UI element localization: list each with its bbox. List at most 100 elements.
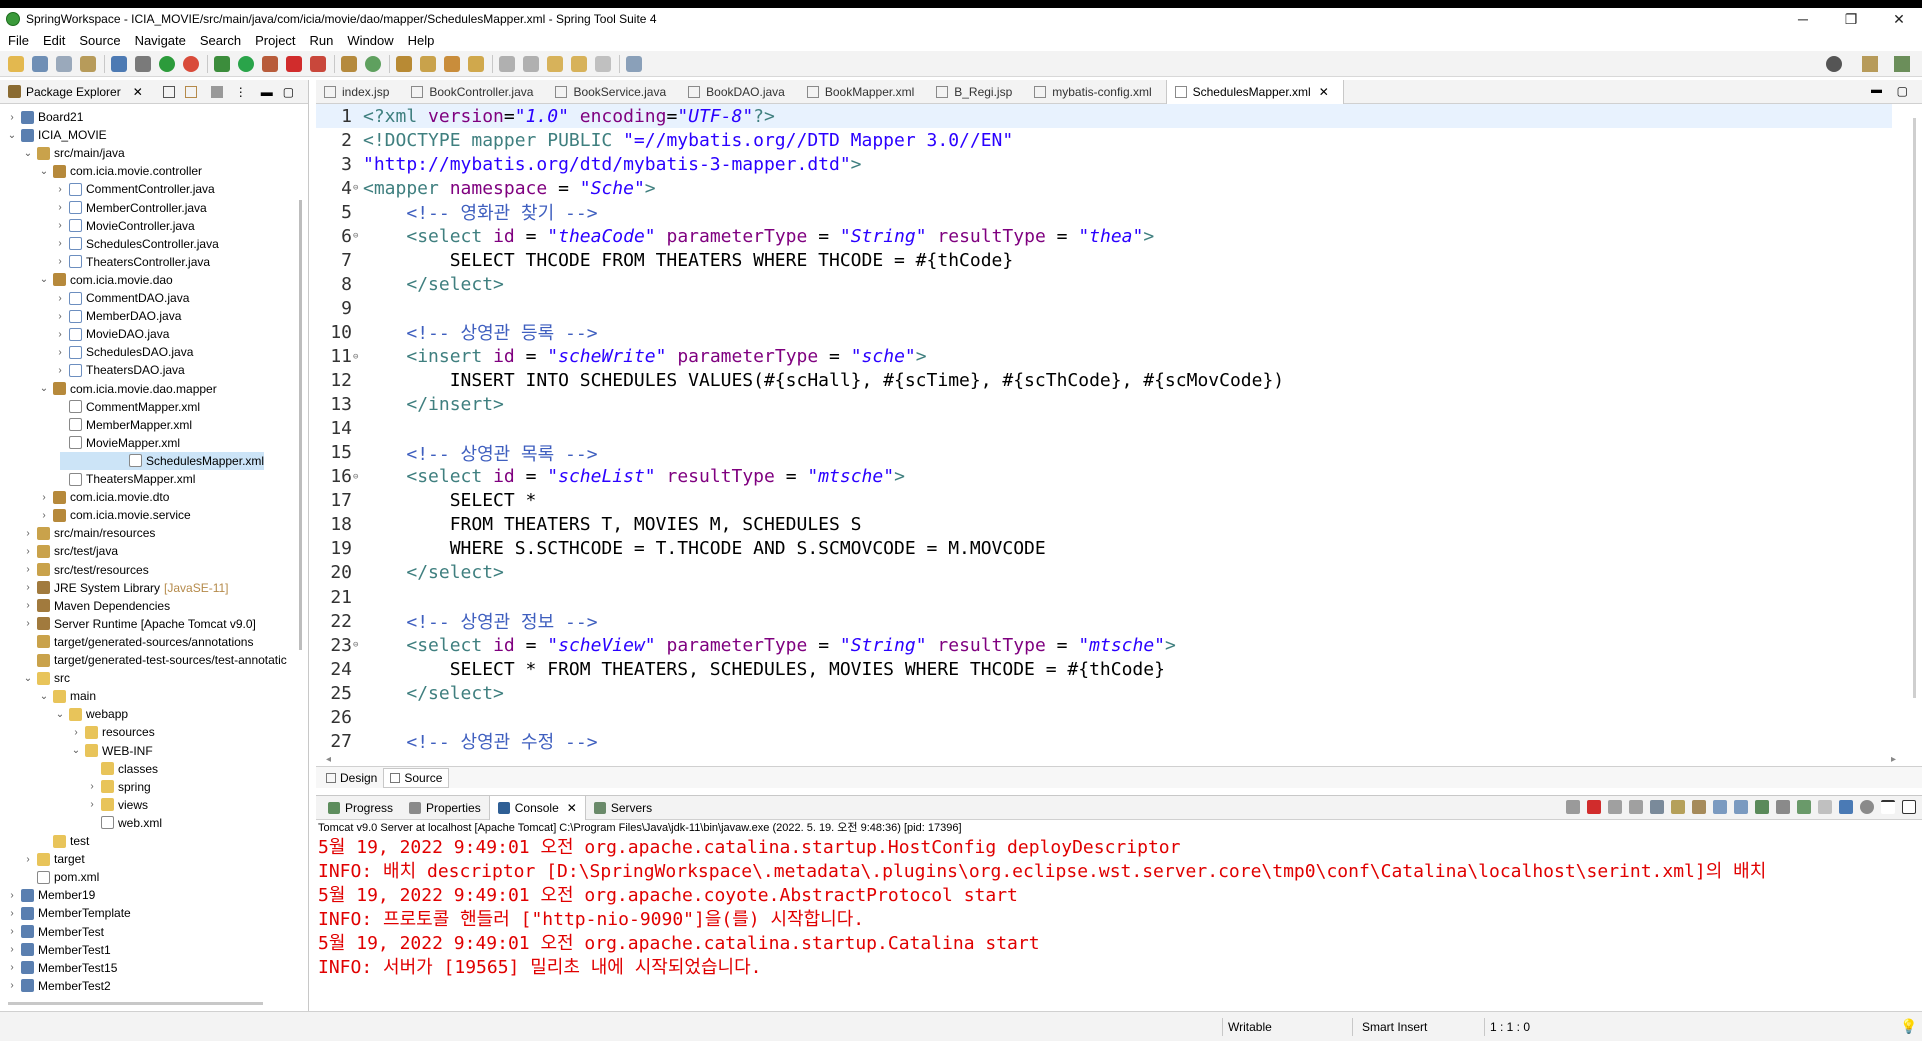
stop-icon[interactable] — [183, 55, 199, 72]
chevron-right-icon[interactable]: › — [86, 799, 98, 810]
minimize-view-icon[interactable]: ▬ — [261, 85, 273, 99]
chevron-right-icon[interactable]: › — [22, 618, 34, 629]
gear-icon[interactable] — [1860, 800, 1874, 814]
tree-item[interactable]: › SchedulesDAO.java — [0, 343, 193, 361]
pin-console-icon[interactable] — [1755, 800, 1769, 814]
tree-item[interactable]: › CommentController.java — [0, 180, 214, 198]
word-wrap-icon[interactable] — [1692, 800, 1706, 814]
editor-vertical-scrollbar[interactable] — [1913, 118, 1916, 698]
tree-item[interactable]: › Member19 — [0, 886, 95, 904]
code-line[interactable]: 5 <!-- 영화관 찾기 --> — [316, 200, 597, 225]
tab-console[interactable]: Console ✕ — [488, 795, 586, 820]
tree-item[interactable]: classes — [0, 760, 158, 778]
close-icon[interactable]: ✕ — [1319, 85, 1329, 99]
terminal-icon[interactable] — [111, 55, 127, 72]
code-line[interactable]: 8 </select> — [316, 272, 504, 296]
collapse-all-icon[interactable] — [162, 85, 175, 98]
chevron-right-icon[interactable]: › — [6, 890, 18, 901]
new-java-class-icon[interactable] — [365, 55, 381, 72]
editor-tab[interactable]: B_Regi.jsp — [928, 80, 1026, 104]
tree-item[interactable]: › com.icia.movie.service — [0, 506, 190, 524]
filter-icon[interactable] — [210, 85, 223, 98]
menu-search[interactable]: Search — [200, 33, 241, 48]
highlight-icon[interactable] — [468, 55, 484, 72]
menu-window[interactable]: Window — [347, 33, 393, 48]
editor-tab[interactable]: BookMapper.xml — [799, 80, 928, 104]
editor-tab[interactable]: BookController.java — [403, 80, 547, 104]
code-line[interactable]: 22 <!-- 상영관 정보 --> — [316, 609, 597, 634]
tree-item[interactable]: MovieMapper.xml — [0, 434, 180, 452]
link-icon[interactable] — [1839, 800, 1853, 814]
close-button[interactable]: ✕ — [1876, 8, 1922, 30]
chevron-down-icon[interactable]: ⌄ — [38, 691, 50, 702]
chevron-right-icon[interactable]: › — [70, 727, 82, 738]
tree-item[interactable]: test — [0, 832, 89, 850]
tree-item[interactable]: › TheatersDAO.java — [0, 361, 184, 379]
tree-item[interactable]: › MemberTemplate — [0, 904, 130, 922]
link-with-editor-icon[interactable] — [184, 85, 197, 98]
tree-item[interactable]: ⌄ webapp — [0, 705, 128, 723]
fold-toggle-icon[interactable]: ⊖ — [353, 640, 363, 650]
code-line[interactable]: 1 <?xml version="1.0" encoding="UTF-8"?> — [316, 104, 1892, 128]
tree-item[interactable]: pom.xml — [0, 868, 99, 886]
java-perspective-icon[interactable] — [1894, 56, 1910, 72]
status-insert-mode[interactable]: Smart Insert — [1362, 1020, 1427, 1034]
code-line[interactable]: 25 </select> — [316, 681, 504, 705]
tree-item[interactable]: MemberMapper.xml — [0, 416, 192, 434]
tree-item[interactable]: › CommentDAO.java — [0, 289, 189, 307]
tab-properties[interactable]: Properties — [401, 796, 489, 820]
chevron-right-icon[interactable]: › — [22, 564, 34, 575]
chevron-right-icon[interactable]: › — [54, 256, 66, 267]
tree-item[interactable]: ⌄ ICIA_MOVIE — [0, 126, 107, 144]
menu-help[interactable]: Help — [408, 33, 435, 48]
tree-item[interactable]: › src/main/resources — [0, 524, 155, 542]
tab-design[interactable]: Design — [320, 768, 383, 788]
open-type-icon[interactable] — [396, 55, 412, 72]
open-perspective-icon[interactable] — [1862, 56, 1878, 72]
tree-item[interactable]: ⌄ src/main/java — [0, 144, 125, 162]
previous-annotation-icon[interactable] — [523, 55, 539, 72]
code-line[interactable]: 12 INSERT INTO SCHEDULES VALUES(#{scHall… — [316, 369, 1284, 393]
tree-item[interactable]: TheatersMapper.xml — [0, 470, 195, 488]
tree-horizontal-scrollbar[interactable] — [8, 1002, 263, 1005]
tree-item[interactable]: › MemberTest — [0, 923, 104, 941]
tree-item[interactable]: ⌄ com.icia.movie.dao.mapper — [0, 380, 217, 398]
chevron-right-icon[interactable]: › — [22, 528, 34, 539]
boot-dashboard-icon[interactable] — [159, 55, 175, 72]
chevron-right-icon[interactable]: › — [54, 293, 66, 304]
code-line[interactable]: 27 <!-- 상영관 수정 --> — [316, 729, 597, 754]
code-line[interactable]: 23 ⊖ <select id = "scheView" parameterTyp… — [316, 633, 1176, 657]
tree-item[interactable]: › src/test/java — [0, 542, 118, 560]
code-line[interactable]: 21 — [316, 585, 363, 609]
editor-tab[interactable]: SchedulesMapper.xml ✕ — [1165, 79, 1344, 104]
chevron-right-icon[interactable]: › — [6, 944, 18, 955]
remove-all-icon[interactable] — [1629, 800, 1643, 814]
scroll-lock-icon[interactable] — [1671, 800, 1685, 814]
menu-edit[interactable]: Edit — [43, 33, 65, 48]
tree-item[interactable]: web.xml — [0, 814, 162, 832]
tree-item[interactable]: › MovieDAO.java — [0, 325, 169, 343]
chevron-right-icon[interactable]: › — [38, 492, 50, 503]
menu-source[interactable]: Source — [79, 33, 120, 48]
chevron-right-icon[interactable]: › — [54, 220, 66, 231]
chevron-down-icon[interactable]: ⌄ — [22, 673, 34, 684]
menu-run[interactable]: Run — [310, 33, 334, 48]
refresh-icon[interactable] — [1566, 800, 1580, 814]
editor-horizontal-scrollbar[interactable]: ◂ ▸ — [326, 754, 1896, 765]
chevron-right-icon[interactable]: › — [6, 962, 18, 973]
next-annotation-icon[interactable] — [499, 55, 515, 72]
coverage-icon[interactable] — [262, 55, 278, 72]
tree-item[interactable]: › target — [0, 850, 84, 868]
debug-icon[interactable] — [214, 55, 230, 72]
chevron-right-icon[interactable]: › — [86, 781, 98, 792]
chevron-down-icon[interactable]: ⌄ — [38, 383, 50, 394]
code-editor[interactable]: 1 <?xml version="1.0" encoding="UTF-8"?> 2… — [316, 104, 1906, 753]
tip-bulb-icon[interactable]: 💡 — [1900, 1018, 1917, 1035]
menu-navigate[interactable]: Navigate — [135, 33, 186, 48]
editor-tab[interactable]: BookService.java — [547, 80, 680, 104]
external-tools-icon[interactable] — [310, 55, 326, 72]
clear-console-icon[interactable] — [1650, 800, 1664, 814]
tree-vertical-scrollbar[interactable] — [299, 200, 302, 650]
chevron-down-icon[interactable]: ⌄ — [38, 166, 50, 177]
chevron-right-icon[interactable]: › — [6, 926, 18, 937]
